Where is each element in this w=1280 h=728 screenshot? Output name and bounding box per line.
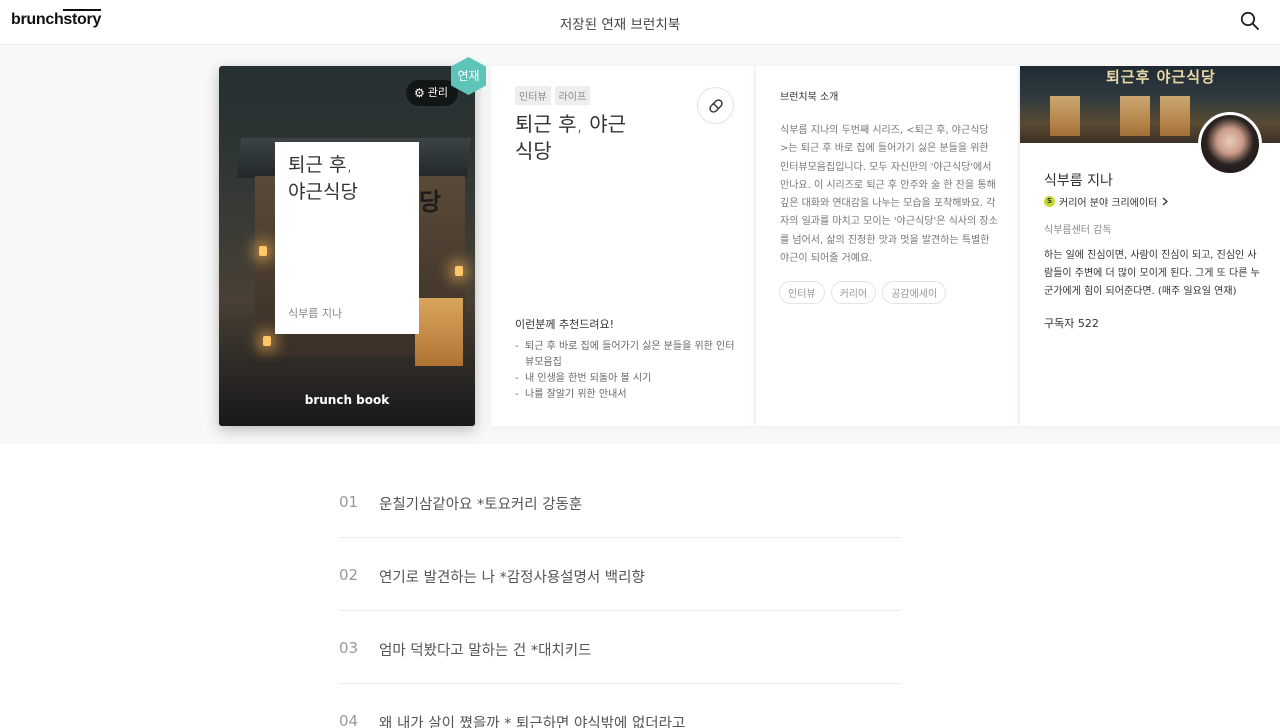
book-title: 퇴근 후, 야근 식당: [515, 112, 627, 163]
cover-illustration-window: [415, 298, 463, 368]
photo-window: [1050, 96, 1080, 136]
cover-sign-char: 당: [419, 188, 442, 216]
photo-window: [1160, 96, 1190, 136]
recommend-list: 퇴근 후 바로 집에 들어가기 싫은 분들을 위한 인터뷰모음집 내 인생을 한…: [515, 339, 735, 403]
page-title: 저장된 연재 브런치북: [559, 17, 681, 33]
manage-button[interactable]: ⚙ 관리: [406, 80, 459, 106]
intro-heading: 브런치북 소개: [780, 92, 839, 103]
author-avatar[interactable]: [1198, 112, 1262, 176]
creator-badge-icon: S: [1044, 196, 1055, 207]
episode-item[interactable]: 02 연기로 발견하는 나 *감정사용설명서 백리향: [339, 538, 901, 611]
cover-lamp: [263, 336, 271, 346]
keyword-chip[interactable]: 공감에세이: [882, 281, 947, 304]
cover-lamp: [455, 266, 463, 276]
author-name[interactable]: 식부름 지나: [1044, 170, 1113, 190]
episode-list: 01 운칠기삼같아요 *토요커리 강동훈 02 연기로 발견하는 나 *감정사용…: [339, 465, 901, 728]
chevron-right-icon: [1162, 197, 1169, 206]
cover-author: 식부름 지나: [288, 307, 343, 320]
episode-number: 03: [339, 639, 359, 657]
recommend-item: 퇴근 후 바로 집에 들어가기 싫은 분들을 위한 인터뷰모음집: [515, 339, 735, 371]
episode-item[interactable]: 01 운칠기삼같아요 *토요커리 강동훈: [339, 465, 901, 538]
keyword-list: 인터뷰 커리어 공감에세이: [779, 281, 947, 304]
author-panel: 퇴근후 야근식당 식부름 지나 S 커리어 분야 크리에이터 식부름센터 감독 …: [1020, 66, 1280, 426]
search-icon: [1240, 11, 1259, 30]
episode-number: 01: [339, 493, 359, 511]
keyword-chip[interactable]: 인터뷰: [779, 281, 825, 304]
author-job: 식부름센터 감독: [1044, 225, 1112, 236]
search-button[interactable]: [1240, 11, 1262, 33]
shop-sign-text: 퇴근후 야근식당: [1106, 68, 1216, 86]
author-description: 하는 일에 진심이면, 사람이 진심이 되고, 진심인 사람들이 주변에 더 많…: [1044, 250, 1260, 297]
recommend-item: 나를 잘알기 위한 안내서: [515, 387, 735, 403]
like-icon: [708, 98, 723, 113]
gear-icon: ⚙: [414, 86, 425, 100]
category-tag[interactable]: 라이프: [554, 86, 591, 105]
episode-item[interactable]: 04 왜 내가 살이 쪘을까 * 퇴근하면 야식밖에 없더라고: [339, 684, 901, 728]
keyword-chip[interactable]: 커리어: [830, 281, 877, 304]
like-button[interactable]: [697, 87, 734, 124]
cover-title-card: 퇴근 후, 야근식당 식부름 지나: [275, 142, 419, 334]
book-cover[interactable]: 당 퇴근 후, 야근식당 식부름 지나 ⚙ 관리 brunch book: [219, 66, 475, 426]
top-header: brunchstory 저장된 연재 브런치북: [0, 0, 1280, 45]
subscriber-count: 구독자 522: [1044, 317, 1099, 330]
recommend-item: 내 인생을 한번 되돌아 볼 시기: [515, 371, 735, 387]
book-info-panel: 인터뷰 라이프 퇴근 후, 야근 식당 이런분께 추천드려요! 퇴근 후 바로 …: [491, 66, 754, 426]
episode-item[interactable]: 03 엄마 덕봤다고 말하는 건 *대치키드: [339, 611, 901, 684]
episode-title: 왜 내가 살이 쪘을까 * 퇴근하면 야식밖에 없더라고: [379, 716, 686, 728]
book-intro-panel: 브런치북 소개 식부름 지나의 두번째 시리즈, <퇴근 후, 야근식당 >는 …: [756, 66, 1018, 426]
brunch-book-label: brunch book: [304, 393, 390, 407]
category-tags: 인터뷰 라이프: [515, 86, 591, 105]
episode-title: 연기로 발견하는 나 *감정사용설명서 백리향: [379, 570, 645, 586]
cover-lamp: [259, 246, 267, 256]
episode-title: 운칠기삼같아요 *토요커리 강동훈: [379, 497, 583, 513]
recommend-title: 이런분께 추천드려요!: [515, 318, 614, 331]
episode-number: 04: [339, 712, 359, 728]
episode-title: 엄마 덕봤다고 말하는 건 *대치키드: [379, 643, 592, 659]
cover-title: 퇴근 후, 야근식당: [288, 154, 358, 203]
photo-window: [1120, 96, 1150, 136]
category-tag[interactable]: 인터뷰: [515, 86, 551, 105]
creator-label: 커리어 분야 크리에이터: [1059, 198, 1158, 209]
episode-number: 02: [339, 566, 359, 584]
intro-text: 식부름 지나의 두번째 시리즈, <퇴근 후, 야근식당 >는 퇴근 후 바로 …: [780, 125, 998, 265]
manage-label: 관리: [427, 86, 449, 99]
creator-link[interactable]: S 커리어 분야 크리에이터: [1044, 194, 1169, 209]
